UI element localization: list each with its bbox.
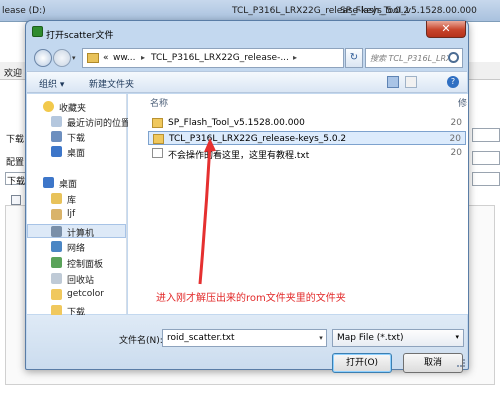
computer-icon [51,226,62,237]
nav-label: 库 [67,196,77,206]
breadcrumb-separator-icon[interactable]: ▸ [293,53,297,62]
address-bar[interactable]: « ww... ▸ TCL_P316L_LRX22G_release-... ▸ [82,48,344,68]
annotation-text: 进入刚才解压出来的rom文件夹里的文件夹 [156,293,346,304]
dialog-footer: 文件名(N): roid_scatter.txt ▾ Map File (*.t… [27,315,467,373]
right-download-button[interactable] [472,128,500,142]
desktop-icon [43,177,54,188]
nav-item-network[interactable]: 网络 [27,240,126,254]
forward-button[interactable] [53,49,71,67]
close-button[interactable]: ✕ [426,21,466,38]
help-icon[interactable]: ? [447,76,459,88]
nav-label: 最近访问的位置 [67,119,131,129]
dialog-app-icon [32,26,43,37]
nav-item-desktop[interactable]: 桌面 [27,176,126,190]
desktop-icon [51,146,62,157]
nav-item-getcolor[interactable]: getcolor [27,288,126,302]
downloads-icon [51,131,62,142]
chevron-down-icon[interactable]: ▾ [315,329,327,347]
cancel-button[interactable]: 取消 [403,353,463,373]
background-title-right: SP_Flash_Tool_v5.1528.00.000 [340,6,477,16]
config-label: 配置 [6,158,25,168]
nav-item-user[interactable]: ljf [27,208,126,222]
breadcrumb-separator-icon[interactable]: ▸ [141,53,145,62]
control-panel-icon [51,257,62,268]
star-icon [43,101,54,112]
recycle-bin-icon [51,273,62,284]
refresh-icon[interactable]: ↻ [345,48,363,68]
search-input[interactable]: 搜索 TCL_P316L_LRX22G_rel... [365,48,463,68]
breadcrumb-current[interactable]: TCL_P316L_LRX22G_release-... [151,53,289,63]
download-button[interactable]: 下载 [5,172,27,187]
breadcrumb-item[interactable]: ww... [113,53,135,63]
nav-label: ljf [67,209,76,219]
filename-label: 文件名(N): [119,336,163,346]
search-placeholder: 搜索 TCL_P316L_LRX22G_rel... [370,54,448,63]
nav-item-control-panel[interactable]: 控制面板 [27,256,126,270]
new-folder-button[interactable]: 新建文件夹 [89,77,134,90]
chevron-down-icon: ▾ [455,333,459,341]
recent-places-icon [51,116,62,127]
folder-icon [87,53,99,63]
nav-item-computer[interactable]: 计算机 [27,224,126,239]
nav-label: 控制面板 [67,260,104,270]
recent-pages-dropdown-icon[interactable]: ▾ [72,54,76,62]
background-checkbox[interactable] [11,195,21,205]
background-titlebar: lease (D:) TCL_P316L_LRX22G_release-keys… [0,0,500,22]
library-icon [51,193,62,204]
nav-item-desktop-fav[interactable]: 桌面 [27,145,126,159]
search-icon[interactable] [448,52,459,63]
back-button[interactable] [34,49,52,67]
preview-pane-icon[interactable] [405,76,417,88]
nav-item-downloads[interactable]: 下载 [27,130,126,144]
annotation-arrow [198,138,216,285]
nav-label: 桌面 [59,180,78,190]
filename-input[interactable]: roid_scatter.txt [162,329,327,347]
file-list: 名称 修 SP_Flash_Tool_v5.1528.00.000 20 TCL… [128,94,468,314]
nav-label: 下载 [67,134,86,144]
nav-label: 网络 [67,244,86,254]
nav-label: 计算机 [67,229,95,239]
organize-button[interactable]: 组织 ▾ [39,77,64,90]
open-scatter-dialog: 打开scatter文件 ✕ ▾ « ww... ▸ TCL_P316L_LRX2… [25,20,469,373]
toolbar: 组织 ▾ 新建文件夹 ? [27,71,467,93]
network-icon [51,241,62,252]
download-button-label: 下载 [7,177,26,187]
nav-item-library[interactable]: 库 [27,192,126,206]
background-title-left: lease (D:) [2,6,46,16]
nav-item-favorites[interactable]: 收藏夹 [27,100,126,114]
resize-grip-icon[interactable] [457,359,465,367]
nav-item-recent[interactable]: 最近访问的位置 [27,115,130,129]
nav-label: 回收站 [67,276,95,286]
nav-label: 收藏夹 [59,104,87,114]
open-button[interactable]: 打开(O) [332,353,392,373]
dialog-title: 打开scatter文件 [46,31,114,41]
right-config-button[interactable] [472,151,500,165]
nav-label: getcolor [67,289,104,299]
welcome-tab[interactable]: 欢迎 [4,66,22,79]
navigation-pane: 收藏夹 最近访问的位置 下载 桌面 桌面 库 ljf 计算机 网络 控制面板 回… [27,94,130,318]
right-combo[interactable] [472,172,500,186]
file-type-value: Map File (*.txt) [337,333,404,343]
file-type-select[interactable]: Map File (*.txt) ▾ [332,329,464,347]
view-options-icon[interactable] [387,76,399,88]
nav-label: 桌面 [67,149,86,159]
user-folder-icon [51,209,62,220]
download-tab-label[interactable]: 下载 [6,132,24,145]
breadcrumb-overflow[interactable]: « [103,53,109,63]
folder-icon [51,289,62,300]
nav-item-recycle[interactable]: 回收站 [27,272,126,286]
